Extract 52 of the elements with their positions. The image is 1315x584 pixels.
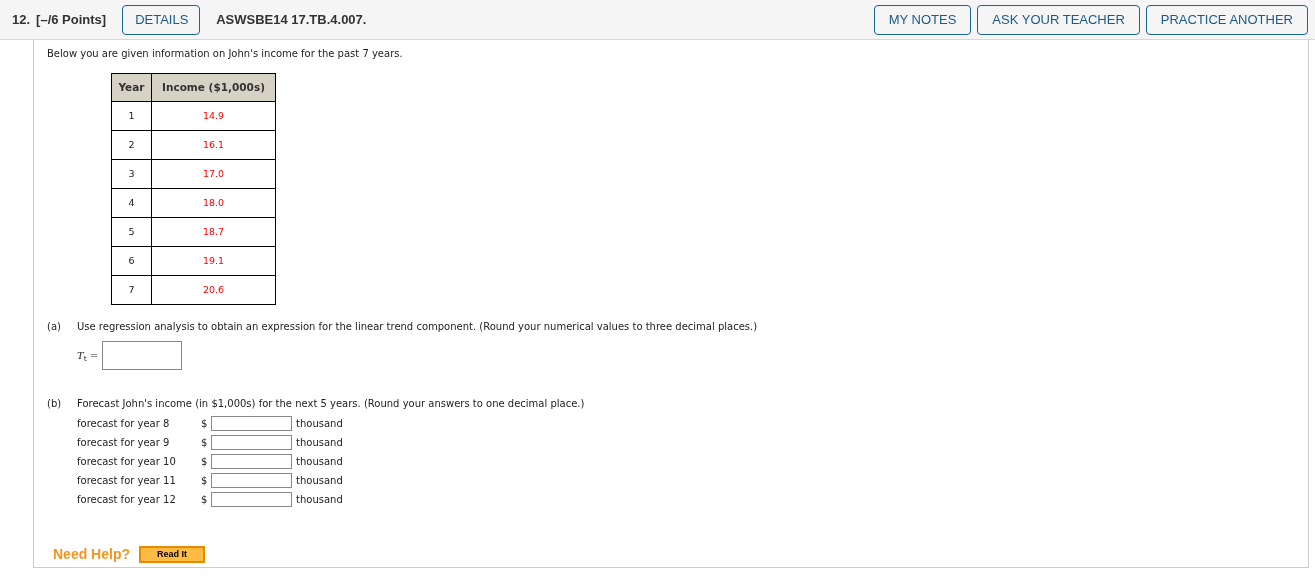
- table-cell: 20.6: [151, 275, 276, 305]
- currency-symbol: $: [201, 455, 209, 469]
- currency-symbol: $: [201, 474, 209, 488]
- answer-field[interactable]: [211, 492, 292, 507]
- forecast-label: forecast for year 11: [77, 474, 177, 488]
- answer-field[interactable]: [211, 416, 292, 431]
- unit-label: thousand: [296, 455, 343, 469]
- currency-symbol: $: [201, 417, 209, 431]
- header-button[interactable]: ASK YOUR TEACHER: [977, 4, 1140, 35]
- unit-label: thousand: [296, 493, 343, 507]
- answer-field[interactable]: [102, 341, 183, 370]
- unit-label: thousand: [296, 474, 343, 488]
- need-help-label: Need Help?: [53, 545, 130, 564]
- answer-field[interactable]: [211, 435, 292, 450]
- details-button[interactable]: DETAILS: [122, 4, 201, 35]
- forecast-label: forecast for year 8: [77, 417, 171, 431]
- table-cell: 4: [111, 188, 152, 218]
- header-button[interactable]: PRACTICE ANOTHER: [1145, 4, 1308, 35]
- question-text: Use regression analysis to obtain an expression for the linear trend component. (Round your numerical values to three decimal places.): [77, 320, 758, 334]
- answer-field[interactable]: [211, 454, 292, 469]
- points-label: [–/6 Points]: [36, 10, 107, 29]
- table-cell: 18.0: [151, 188, 276, 218]
- formula-label: T$_{t}$ =: [77, 349, 99, 363]
- table-cell: 5: [111, 217, 152, 247]
- table-cell: 7: [111, 275, 152, 305]
- read-it-button[interactable]: Read It: [139, 546, 205, 563]
- answer-field[interactable]: [211, 473, 292, 488]
- currency-symbol: $: [201, 436, 209, 450]
- intro-text: Below you are given information on John's income for the past 7 years.: [47, 47, 404, 61]
- part-label: (b): [47, 397, 63, 411]
- column-header: Income ($1,000s): [151, 73, 276, 102]
- table-cell: 17.0: [151, 159, 276, 189]
- column-header: Year: [111, 73, 152, 102]
- question-text: Forecast John's income (in $1,000s) for the next 5 years. (Round your answers to one decimal place.): [77, 397, 585, 411]
- unit-label: thousand: [296, 417, 343, 431]
- forecast-label: forecast for year 9: [77, 436, 171, 450]
- table-cell: 1: [111, 101, 152, 131]
- table-cell: 19.1: [151, 246, 276, 276]
- question-number: 12.: [12, 10, 31, 29]
- table-cell: 18.7: [151, 217, 276, 247]
- table-cell: 16.1: [151, 130, 276, 160]
- part-label: (a): [47, 320, 62, 334]
- table-cell: 6: [111, 246, 152, 276]
- table-cell: 3: [111, 159, 152, 189]
- forecast-label: forecast for year 10: [77, 455, 177, 469]
- question-code: ASWSBE14 17.TB.4.007.: [216, 10, 367, 29]
- table-cell: 2: [111, 130, 152, 160]
- forecast-label: forecast for year 12: [77, 493, 177, 507]
- header-button[interactable]: MY NOTES: [873, 4, 972, 35]
- unit-label: thousand: [296, 436, 343, 450]
- currency-symbol: $: [201, 493, 209, 507]
- table-cell: 14.9: [151, 101, 276, 131]
